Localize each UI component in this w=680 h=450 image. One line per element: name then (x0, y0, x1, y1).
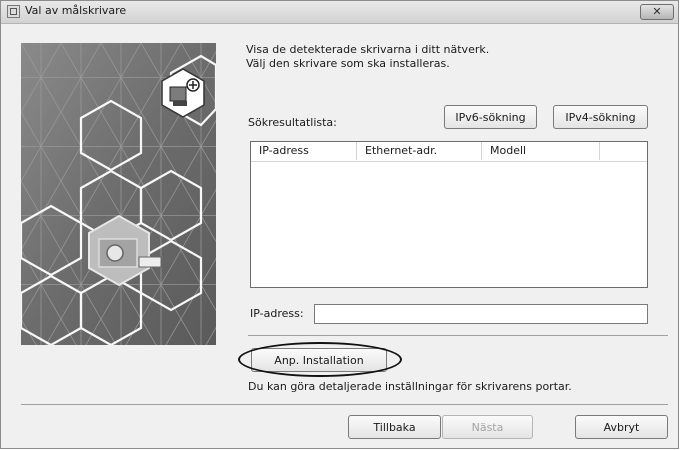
intro-line-2: Välj den skrivare som ska installeras. (246, 57, 450, 70)
intro-line-1: Visa de detekterade skrivarna i ditt nät… (246, 43, 490, 56)
title-bar: Val av målskrivare ✕ (1, 1, 678, 24)
dialog-window: Val av målskrivare ✕ Visa de detekterade… (0, 0, 679, 449)
column-header-ethernet[interactable]: Ethernet-adr. (357, 142, 482, 160)
back-button[interactable]: Tillbaka (348, 415, 441, 439)
close-button[interactable]: ✕ (640, 4, 674, 20)
printer-list-header: IP-adress Ethernet-adr. Modell (251, 142, 647, 162)
search-results-label: Sökresultatlista: (248, 116, 337, 129)
intro-text: Visa de detekterade skrivarna i ditt nät… (246, 43, 489, 71)
close-icon: ✕ (652, 5, 662, 18)
ipv6-search-button[interactable]: IPv6-sökning (444, 105, 537, 129)
custom-install-hint: Du kan göra detaljerade inställningar fö… (248, 380, 572, 393)
window-title: Val av målskrivare (25, 4, 127, 17)
column-header-ip[interactable]: IP-adress (251, 142, 357, 160)
ip-address-label: IP-adress: (250, 307, 304, 320)
ip-address-input[interactable] (314, 304, 648, 324)
separator-upper (248, 335, 668, 336)
column-header-extra[interactable] (600, 142, 647, 160)
window-icon (7, 5, 20, 18)
cancel-button[interactable]: Avbryt (575, 415, 668, 439)
printer-list[interactable]: IP-adress Ethernet-adr. Modell (250, 141, 648, 288)
separator-footer (21, 404, 668, 405)
custom-install-button[interactable]: Anp. Installation (251, 348, 387, 372)
ipv4-search-button[interactable]: IPv4-sökning (553, 105, 648, 129)
column-header-model[interactable]: Modell (482, 142, 600, 160)
next-button[interactable]: Nästa (442, 415, 533, 439)
wizard-side-image (21, 43, 216, 345)
